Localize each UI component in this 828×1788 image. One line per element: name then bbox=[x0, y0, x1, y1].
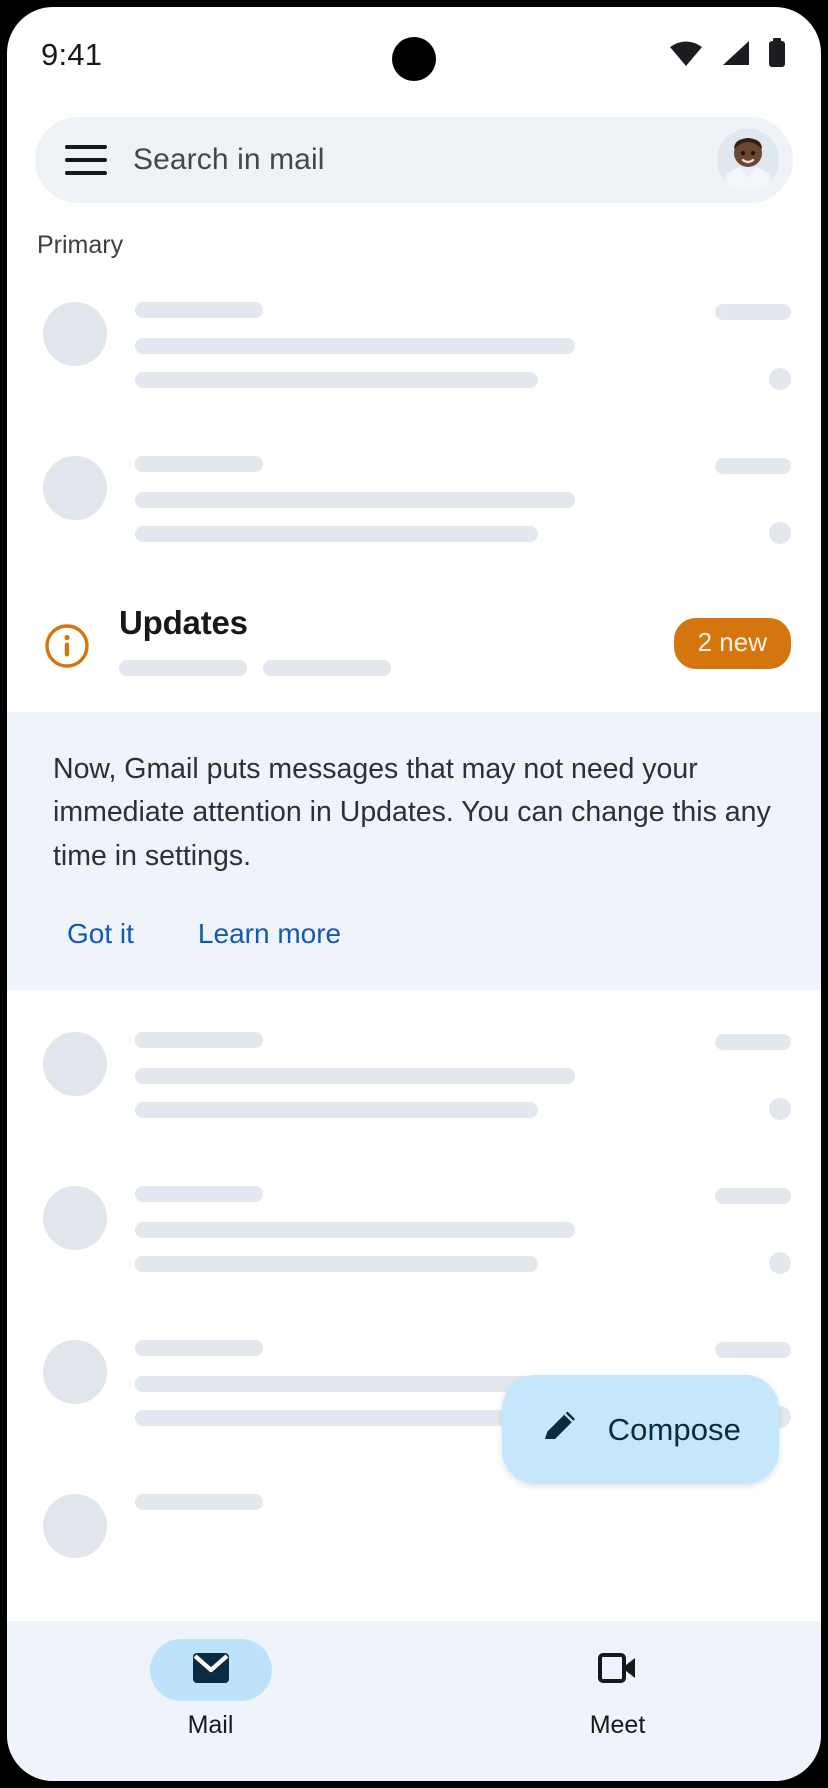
phone-frame: 9:41 Search in mail Primary Updates 2 ne… bbox=[0, 0, 828, 1788]
placeholder-date bbox=[715, 1341, 791, 1358]
list-item-avatar-placeholder bbox=[43, 1493, 107, 1558]
video-camera-icon bbox=[597, 1651, 639, 1690]
placeholder-line bbox=[135, 1409, 538, 1426]
learn-more-button[interactable]: Learn more bbox=[184, 912, 355, 956]
list-item[interactable] bbox=[7, 1158, 821, 1312]
info-banner-actions: Got it Learn more bbox=[53, 912, 775, 956]
list-item-meta-placeholder bbox=[701, 1180, 791, 1274]
list-item-meta-placeholder bbox=[701, 1488, 791, 1496]
placeholder-date bbox=[715, 1187, 791, 1204]
placeholder-star bbox=[769, 1097, 791, 1120]
list-item-avatar-placeholder bbox=[43, 1031, 107, 1096]
front-camera-cutout bbox=[392, 37, 436, 81]
list-item-text-placeholder bbox=[135, 1180, 701, 1272]
nav-item-mail[interactable]: Mail bbox=[7, 1639, 414, 1740]
placeholder-line bbox=[135, 492, 575, 508]
search-bar[interactable]: Search in mail bbox=[35, 117, 793, 203]
placeholder-line bbox=[135, 456, 263, 472]
nav-item-meet-pill bbox=[557, 1639, 679, 1701]
placeholder-star bbox=[769, 522, 791, 544]
nav-item-meet-label: Meet bbox=[589, 1711, 646, 1739]
status-bar-time: 9:41 bbox=[41, 37, 103, 72]
placeholder-star bbox=[769, 1251, 791, 1274]
placeholder-line bbox=[135, 372, 538, 388]
list-item-text-placeholder bbox=[135, 1026, 701, 1118]
compose-button[interactable]: Compose bbox=[501, 1375, 779, 1484]
updates-body: Updates bbox=[119, 604, 674, 676]
list-item-meta-placeholder bbox=[701, 296, 791, 390]
updates-title: Updates bbox=[119, 604, 248, 641]
placeholder-line bbox=[135, 1255, 538, 1272]
placeholder-line bbox=[135, 526, 538, 542]
wifi-icon bbox=[669, 39, 703, 72]
list-item-avatar-placeholder bbox=[43, 1185, 107, 1250]
bottom-navigation-bar: Mail Meet bbox=[7, 1621, 821, 1781]
mail-list-top bbox=[7, 260, 821, 582]
cellular-signal-icon bbox=[719, 39, 751, 72]
avatar[interactable] bbox=[717, 129, 779, 191]
category-label: Primary bbox=[37, 231, 124, 259]
got-it-button[interactable]: Got it bbox=[53, 912, 148, 956]
updates-row[interactable]: Updates 2 new bbox=[7, 582, 821, 712]
nav-item-mail-pill bbox=[149, 1639, 272, 1701]
placeholder-date bbox=[715, 1033, 791, 1050]
placeholder-star bbox=[769, 368, 791, 390]
status-bar-icons bbox=[669, 37, 787, 73]
placeholder-line bbox=[135, 1067, 575, 1084]
placeholder-line bbox=[135, 1493, 263, 1510]
status-bar: 9:41 bbox=[7, 7, 821, 103]
list-item-meta-placeholder bbox=[701, 1026, 791, 1120]
compose-button-label: Compose bbox=[607, 1411, 741, 1447]
placeholder-date bbox=[715, 458, 791, 474]
list-item-avatar-placeholder bbox=[43, 302, 107, 366]
envelope-icon bbox=[191, 1651, 231, 1690]
list-item-text-placeholder bbox=[135, 1488, 701, 1530]
nav-item-mail-label: Mail bbox=[187, 1711, 234, 1739]
status-badge: 2 new bbox=[673, 618, 791, 669]
list-item[interactable] bbox=[7, 274, 821, 428]
placeholder-line bbox=[135, 338, 575, 354]
placeholder-date bbox=[715, 304, 791, 320]
search-input[interactable]: Search in mail bbox=[133, 143, 717, 177]
list-item-meta-placeholder bbox=[701, 450, 791, 544]
list-item[interactable] bbox=[7, 1466, 821, 1620]
list-item[interactable] bbox=[7, 1004, 821, 1158]
list-item-avatar-placeholder bbox=[43, 456, 107, 520]
list-item-text-placeholder bbox=[135, 296, 701, 388]
placeholder-line bbox=[119, 660, 247, 676]
info-banner-text: Now, Gmail puts messages that may not ne… bbox=[53, 753, 771, 872]
info-icon bbox=[43, 622, 91, 675]
placeholder-line bbox=[135, 1101, 538, 1118]
battery-icon bbox=[767, 37, 787, 73]
placeholder-line bbox=[135, 1031, 263, 1048]
phone-screen: 9:41 Search in mail Primary Updates 2 ne… bbox=[7, 7, 821, 1781]
list-item[interactable] bbox=[7, 428, 821, 582]
updates-preview-placeholder bbox=[119, 660, 674, 676]
list-item-avatar-placeholder bbox=[43, 1339, 107, 1404]
placeholder-line bbox=[135, 1185, 263, 1202]
hamburger-menu-icon[interactable] bbox=[65, 145, 107, 175]
info-banner: Now, Gmail puts messages that may not ne… bbox=[7, 712, 821, 990]
placeholder-line bbox=[135, 302, 263, 318]
placeholder-line bbox=[135, 1221, 575, 1238]
nav-item-meet[interactable]: Meet bbox=[414, 1639, 821, 1740]
list-item-text-placeholder bbox=[135, 450, 701, 542]
placeholder-line bbox=[135, 1339, 263, 1356]
search-bar-container: Search in mail bbox=[7, 103, 821, 203]
placeholder-line bbox=[263, 660, 391, 676]
pencil-icon bbox=[538, 1405, 582, 1454]
mail-list-bottom bbox=[7, 990, 821, 1620]
